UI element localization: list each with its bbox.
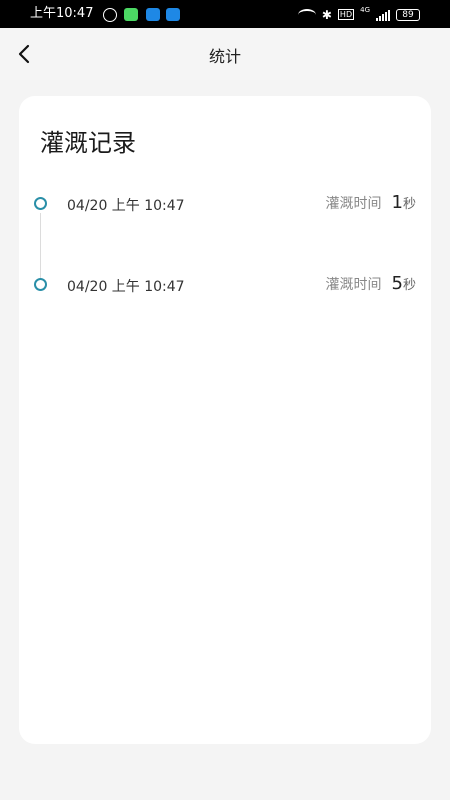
record-unit: 秒	[402, 197, 416, 212]
record-label: 灌溉时间	[325, 277, 382, 293]
network-type: 4G	[360, 6, 370, 14]
alarm-icon	[103, 8, 117, 22]
record-value: 1	[391, 192, 403, 213]
page-title: 统计	[208, 47, 241, 66]
record-date: 04/20 上午 10:47	[67, 198, 185, 214]
card-title: 灌溉记录	[40, 129, 136, 157]
battery-indicator: 89	[396, 8, 420, 21]
timeline-dot-icon	[34, 197, 47, 210]
record-unit: 秒	[402, 278, 416, 293]
record-label: 灌溉时间	[325, 196, 382, 212]
app-notification-icon	[146, 8, 160, 21]
record-duration: 灌溉时间 5 秒	[326, 273, 416, 294]
hd-badge: HD	[337, 9, 355, 20]
record-item: 04/20 上午 10:47 灌溉时间 5 秒	[19, 273, 431, 297]
record-date: 04/20 上午 10:47	[67, 279, 185, 295]
status-time: 上午10:47	[30, 6, 94, 21]
wifi-icon	[297, 8, 316, 21]
nav-bar: 统计	[0, 28, 450, 80]
status-right-group: ✱ HD 4G 89	[297, 6, 420, 22]
record-item: 04/20 上午 10:47 灌溉时间 1 秒	[19, 192, 431, 216]
bluetooth-icon: ✱	[321, 7, 332, 22]
irrigation-records-card: 灌溉记录 04/20 上午 10:47 灌溉时间 1 秒 04/20 上午 10…	[19, 96, 431, 744]
record-value: 5	[391, 273, 403, 294]
record-duration: 灌溉时间 1 秒	[326, 192, 416, 213]
wechat-notification-icon	[124, 8, 138, 21]
status-bar: 上午10:47 ✱ HD 4G 89	[0, 0, 450, 28]
signal-icon	[376, 9, 390, 21]
timeline-dot-icon	[34, 278, 47, 291]
app-notification-icon-2	[166, 8, 180, 21]
